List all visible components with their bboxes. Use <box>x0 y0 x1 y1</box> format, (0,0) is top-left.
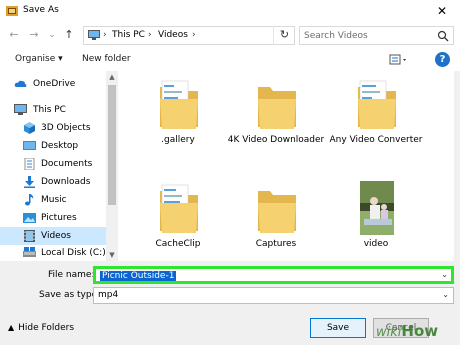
disk-icon <box>23 247 36 257</box>
save-type-value: mp4 <box>98 290 119 300</box>
sidebar-item-label: Local Disk (C:) <box>41 248 106 258</box>
sidebar-item-local-disk[interactable]: Local Disk (C:) <box>0 244 106 262</box>
file-item[interactable]: CacheClip <box>128 175 228 265</box>
save-type-select[interactable]: mp4 ⌄ <box>93 287 454 304</box>
view-options-icon[interactable] <box>389 53 409 67</box>
scroll-up-arrow-icon[interactable]: ▲ <box>106 71 118 83</box>
pictures-icon <box>23 213 36 223</box>
file-name: 4K Video Downloader <box>227 135 325 145</box>
breadcrumb-this-pc[interactable]: This PC <box>112 30 145 40</box>
download-icon <box>24 176 35 188</box>
folder-icon <box>258 87 296 129</box>
file-item[interactable]: 4K Video Downloader <box>226 71 326 161</box>
desktop-icon <box>23 141 36 150</box>
sidebar-item-documents[interactable]: Documents <box>0 155 106 173</box>
file-item[interactable]: .gallery <box>128 71 228 161</box>
sidebar-item-label: 3D Objects <box>41 123 91 133</box>
breadcrumb-separator: › <box>103 30 107 40</box>
breadcrumb-separator: › <box>192 30 196 40</box>
sidebar-item-label: Documents <box>41 159 93 169</box>
sidebar-item-label: Videos <box>41 231 71 241</box>
cube-icon <box>24 122 35 134</box>
hide-folders-label: Hide Folders <box>18 323 75 333</box>
toolbar: Organise ▾ New folder ? <box>0 49 460 71</box>
file-name: .gallery <box>161 135 195 145</box>
help-button[interactable]: ? <box>435 52 450 67</box>
file-list: .gallery 4K Video Downloader Any Video C… <box>118 71 454 261</box>
folder-icon <box>160 184 198 233</box>
scrollbar-thumb[interactable] <box>108 85 116 205</box>
music-icon <box>25 194 34 206</box>
folder-icon <box>358 80 396 129</box>
wikihow-watermark: wikiHow <box>376 322 439 340</box>
organise-button[interactable]: Organise ▾ <box>15 54 63 64</box>
sidebar-scrollbar[interactable]: ▲ ▼ <box>106 71 118 261</box>
file-item[interactable]: Captures <box>226 175 326 265</box>
search-icon <box>437 30 449 42</box>
search-input[interactable] <box>304 29 434 42</box>
address-bar[interactable]: › This PC › Videos › <box>83 26 295 45</box>
breadcrumb-videos[interactable]: Videos <box>158 30 188 40</box>
save-button[interactable]: Save <box>310 318 366 338</box>
refresh-button[interactable]: ↻ <box>273 26 295 45</box>
file-name: Any Video Converter <box>329 135 423 145</box>
sidebar-item-label: OneDrive <box>33 79 76 89</box>
sidebar-item-label: Desktop <box>41 141 79 151</box>
sidebar-item-label: Downloads <box>41 177 91 187</box>
video-thumbnail-icon <box>360 181 394 235</box>
navigation-pane: OneDrive This PC 3D Objects Desktop Docu… <box>0 71 118 261</box>
sidebar-item-label: This PC <box>33 105 66 115</box>
computer-icon <box>14 104 27 115</box>
file-name: video <box>363 239 389 249</box>
breadcrumb-separator: › <box>148 30 152 40</box>
back-button[interactable]: ← <box>6 27 22 43</box>
sidebar-item-this-pc[interactable]: This PC <box>0 101 106 119</box>
sidebar-item-label: Pictures <box>41 213 77 223</box>
videos-icon <box>24 230 35 242</box>
file-name-field[interactable]: Picnic Outside-1 ⌄ <box>93 266 454 284</box>
sidebar-item-music[interactable]: Music <box>0 191 106 209</box>
new-folder-button[interactable]: New folder <box>82 54 131 64</box>
folder-icon <box>258 191 296 233</box>
content-scrollbar[interactable] <box>454 71 460 261</box>
sidebar-item-videos[interactable]: Videos <box>0 227 106 245</box>
title-bar: Save As ✕ <box>0 0 460 22</box>
forward-button[interactable]: → <box>26 27 42 43</box>
sidebar-item-3d-objects[interactable]: 3D Objects <box>0 119 106 137</box>
file-name-label: File name: <box>48 270 95 280</box>
app-icon <box>6 6 18 16</box>
chevron-up-icon: ▲ <box>8 323 15 332</box>
search-box[interactable] <box>299 26 454 45</box>
file-name: CacheClip <box>155 239 201 249</box>
sidebar-item-pictures[interactable]: Pictures <box>0 209 106 227</box>
save-type-label: Save as type: <box>39 290 101 300</box>
folder-icon <box>160 80 198 129</box>
address-row: ← → ⌄ ↑ › This PC › Videos › ↻ <box>0 22 460 49</box>
chevron-down-icon: ⌄ <box>442 290 449 299</box>
hide-folders-button[interactable]: ▲ Hide Folders <box>8 323 74 333</box>
sidebar-item-downloads[interactable]: Downloads <box>0 173 106 191</box>
window-title: Save As <box>23 5 59 15</box>
up-button[interactable]: ↑ <box>61 27 77 43</box>
documents-icon <box>24 158 35 170</box>
file-item[interactable]: Any Video Converter <box>326 71 426 161</box>
sidebar-item-onedrive[interactable]: OneDrive <box>0 75 106 93</box>
sidebar-item-desktop[interactable]: Desktop <box>0 137 106 155</box>
scroll-down-arrow-icon[interactable]: ▼ <box>106 249 118 261</box>
sidebar-item-label: Music <box>41 195 67 205</box>
file-name: Captures <box>255 239 297 249</box>
cloud-icon <box>14 80 27 87</box>
file-name-value[interactable]: Picnic Outside-1 <box>100 271 177 281</box>
computer-icon <box>88 30 100 40</box>
file-item[interactable]: video <box>326 175 426 265</box>
recent-locations-button[interactable]: ⌄ <box>44 27 60 43</box>
chevron-down-icon[interactable]: ⌄ <box>441 270 448 279</box>
close-button[interactable]: ✕ <box>424 0 460 22</box>
